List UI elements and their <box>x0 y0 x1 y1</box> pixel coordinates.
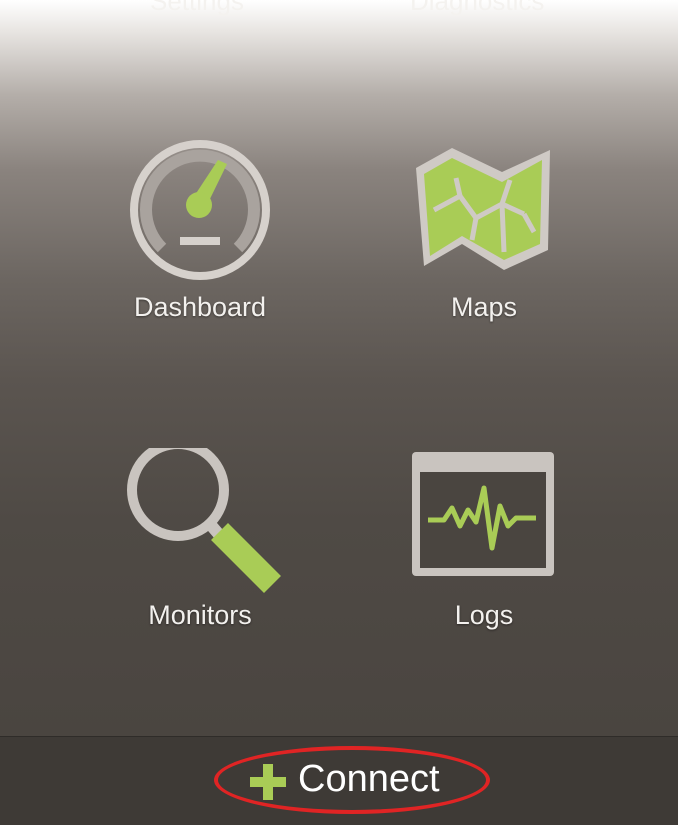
diagnostics-label[interactable]: Diagnostics <box>410 0 544 17</box>
home-screen: Settings Diagnostics Dashboard Maps Moni… <box>0 0 678 736</box>
tile-label: Logs <box>454 600 514 630</box>
plus-icon <box>250 764 286 800</box>
magnifier-icon <box>127 448 281 593</box>
tile-label: Dashboard <box>133 292 267 322</box>
tile-logs[interactable]: Logs <box>364 448 604 648</box>
tile-label: Monitors <box>148 600 252 630</box>
connect-button[interactable]: Connect <box>242 754 462 810</box>
speedometer-icon <box>130 140 270 280</box>
tile-label: Maps <box>450 292 518 322</box>
settings-label[interactable]: Settings <box>150 0 244 17</box>
map-icon <box>416 148 550 270</box>
connect-label: Connect <box>298 758 440 800</box>
tile-maps[interactable]: Maps <box>364 140 604 340</box>
tile-monitors[interactable]: Monitors <box>80 448 320 648</box>
tile-dashboard[interactable]: Dashboard <box>80 140 320 340</box>
waveform-window-icon <box>412 452 554 576</box>
